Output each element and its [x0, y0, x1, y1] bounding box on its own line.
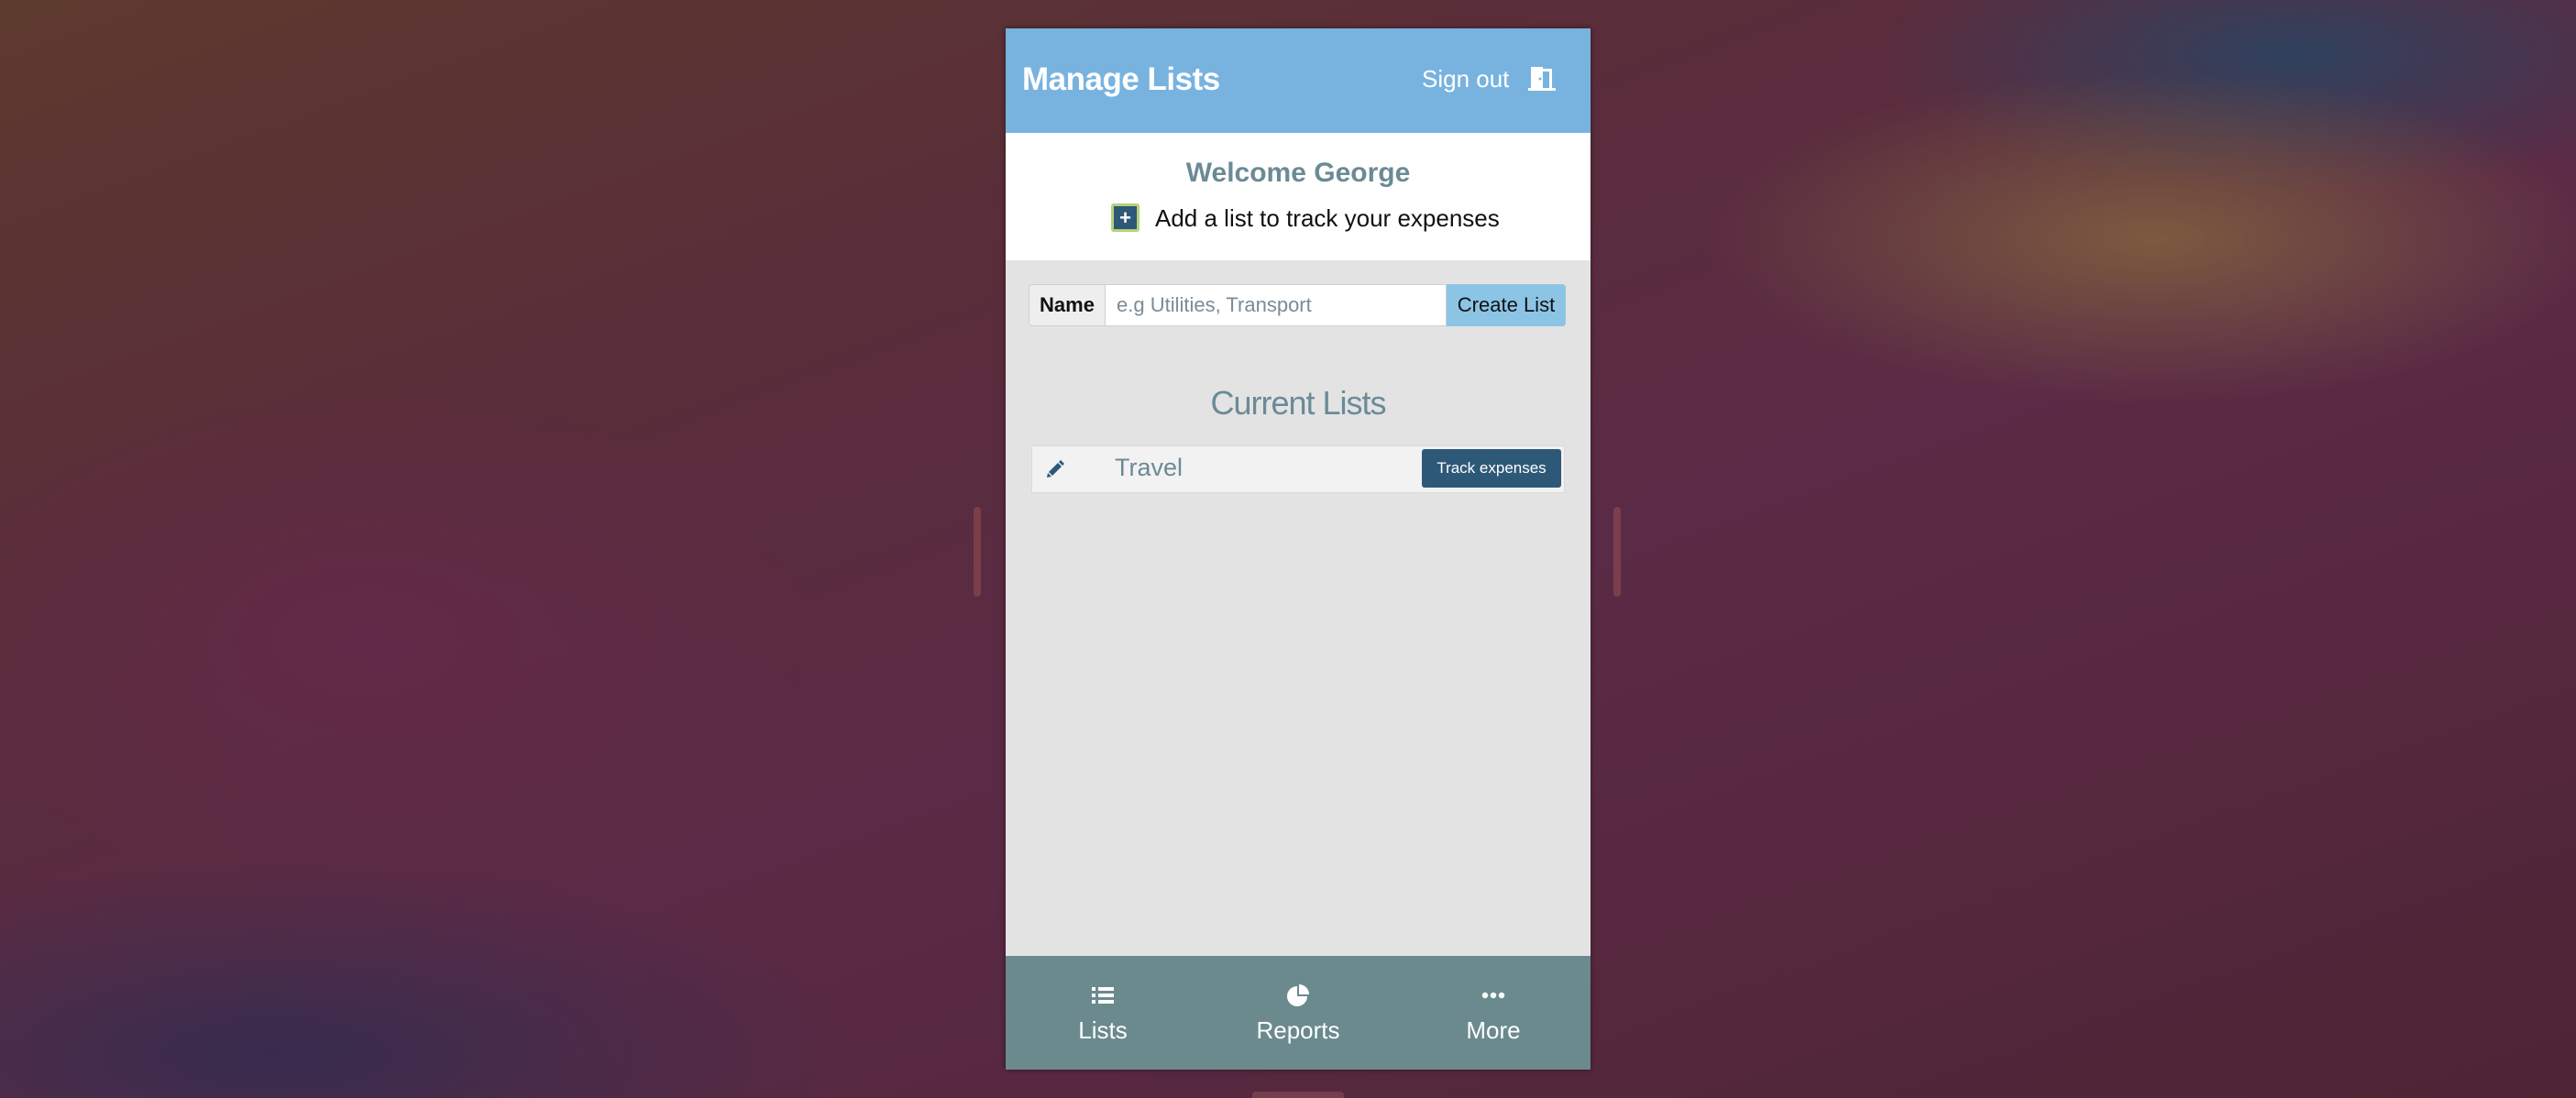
plus-icon[interactable]: + [1111, 203, 1139, 232]
list-item: Travel Track expenses [1031, 445, 1565, 493]
tab-more-label: More [1466, 1016, 1521, 1044]
tab-lists-label: Lists [1078, 1016, 1128, 1044]
left-resize-handle[interactable] [974, 507, 981, 597]
door-exit-icon[interactable] [1526, 64, 1558, 92]
right-resize-handle[interactable] [1613, 507, 1621, 597]
app-window: Manage Lists Sign out Welcome George + A… [1006, 28, 1591, 1070]
tab-more[interactable]: More [1396, 956, 1591, 1070]
name-label: Name [1029, 284, 1106, 326]
track-expenses-button[interactable]: Track expenses [1422, 449, 1561, 488]
list-icon [1092, 987, 1114, 1004]
list-item-name[interactable]: Travel [1115, 454, 1183, 482]
tab-reports-label: Reports [1256, 1016, 1340, 1044]
tab-reports[interactable]: Reports [1201, 956, 1395, 1070]
current-lists-heading: Current Lists [1210, 384, 1386, 422]
create-list-button[interactable]: Create List [1447, 284, 1566, 326]
ellipsis-icon [1481, 992, 1505, 999]
welcome-heading: Welcome George [1185, 158, 1411, 188]
sign-out-link[interactable]: Sign out [1422, 65, 1509, 93]
bottom-resize-handle[interactable] [1252, 1092, 1344, 1098]
welcome-panel: Welcome George + Add a list to track you… [1006, 133, 1591, 260]
add-list-text: Add a list to track your expenses [1155, 204, 1500, 232]
page-title: Manage Lists [1022, 61, 1220, 97]
bottom-tab-bar: Lists Reports More [1006, 956, 1591, 1070]
pencil-icon[interactable] [1045, 459, 1065, 479]
list-name-input[interactable] [1106, 284, 1447, 326]
tab-lists[interactable]: Lists [1006, 956, 1200, 1070]
pie-chart-icon [1287, 984, 1309, 1006]
app-header: Manage Lists Sign out [1006, 28, 1591, 133]
create-list-form: Name Create List [1029, 284, 1566, 326]
